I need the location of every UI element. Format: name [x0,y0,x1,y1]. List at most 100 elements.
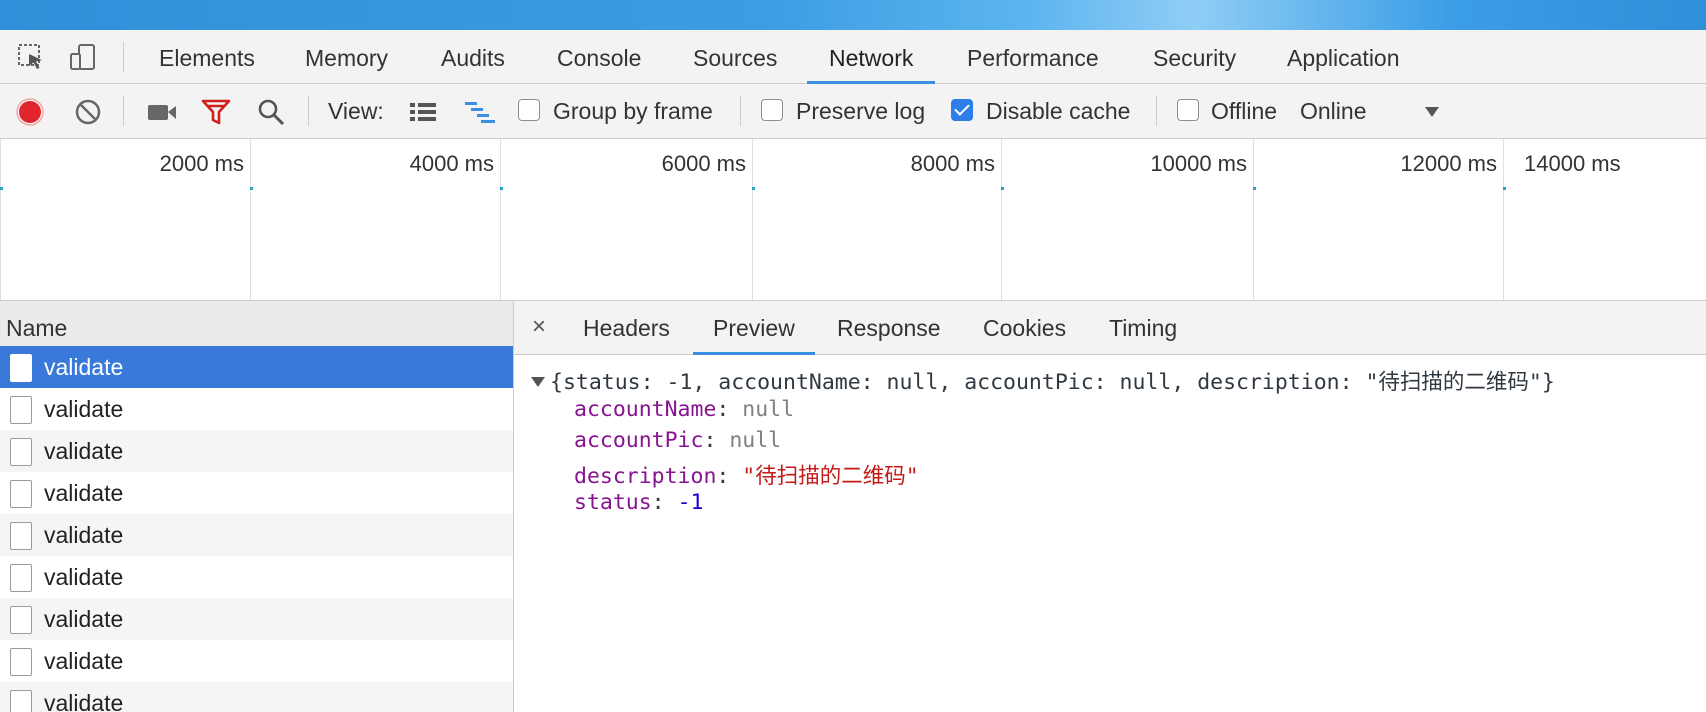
detail-tab-cookies[interactable]: Cookies [983,301,1066,354]
detail-tab-response[interactable]: Response [837,301,941,354]
property-value: -1 [677,490,704,515]
tab-application[interactable]: Application [1287,30,1400,83]
document-file-icon [10,690,32,712]
request-list: Name validate validate validate validate val… [0,301,514,712]
timeline-gridline [0,139,1,300]
disable-cache-checkbox[interactable] [951,99,973,121]
toolbar-divider [1156,96,1157,126]
document-file-icon [10,438,32,466]
request-row[interactable]: validate [0,346,513,388]
timeline-tick-mark [0,187,3,190]
request-name: validate [44,438,124,464]
tab-elements[interactable]: Elements [159,30,255,83]
document-file-icon [10,354,32,382]
timeline-tick-label: 10000 ms [1150,151,1247,176]
timeline-gridline [1253,139,1254,300]
request-name: validate [44,564,124,590]
document-file-icon [10,522,32,550]
property-key: description [574,464,717,489]
preserve-log-checkbox[interactable] [761,99,783,121]
view-label: View: [328,98,384,124]
preview-property-row: description: "待扫描的二维码" [574,459,919,490]
network-toolbar: View: Group by frame Preserve log Disabl… [0,84,1706,139]
timeline-gridline [752,139,753,300]
timeline-tick-label: 4000 ms [409,151,494,176]
request-row[interactable]: validate [0,514,513,556]
overview-waterfall-icon[interactable] [462,97,498,127]
property-key: status [574,490,652,515]
tab-security[interactable]: Security [1153,30,1236,83]
request-name: validate [44,690,124,712]
document-file-icon [10,648,32,676]
document-file-icon [10,606,32,634]
network-overview-timeline[interactable]: 2000 ms 4000 ms 6000 ms 8000 ms 10000 ms 1200… [0,139,1706,301]
property-colon: : [703,428,730,453]
devtools-tab-bar: Elements Memory Audits Console Sources Networ… [0,30,1706,84]
tab-memory[interactable]: Memory [305,30,388,83]
detail-tab-timing[interactable]: Timing [1109,301,1177,354]
toolbar-divider [740,96,741,126]
search-icon[interactable] [254,97,288,127]
preview-summary: {status: -1, accountName: null, accountP… [550,370,1555,395]
close-icon[interactable]: × [532,301,546,354]
request-name: validate [44,606,124,632]
chevron-down-icon[interactable] [1420,97,1444,127]
request-name: validate [44,480,124,506]
timeline-tick-label: 12000 ms [1400,151,1497,176]
tab-network[interactable]: Network [806,30,936,84]
request-row[interactable]: validate [0,640,513,682]
preview-property-row: status: -1 [574,490,703,515]
property-key: accountName [574,397,717,422]
document-file-icon [10,564,32,592]
tab-audits[interactable]: Audits [441,30,505,83]
request-name: validate [44,354,124,380]
group-by-frame-label: Group by frame [553,98,713,124]
timeline-tick-mark [752,187,755,190]
request-row[interactable]: validate [0,682,513,712]
request-name: validate [44,396,124,422]
offline-checkbox[interactable] [1177,99,1199,121]
property-colon: : [716,464,743,489]
detail-tab-preview[interactable]: Preview [693,301,815,355]
disable-cache-label: Disable cache [986,98,1131,124]
device-toolbar-icon[interactable] [66,40,100,74]
timeline-tick-label: 6000 ms [661,151,746,176]
timeline-tick-label: 8000 ms [910,151,995,176]
document-file-icon [10,396,32,424]
property-key: accountPic [574,428,704,453]
preview-property-row: accountName: null [574,397,794,422]
toolbar-divider [123,42,124,72]
timeline-gridline [1503,139,1504,300]
preserve-log-label: Preserve log [796,98,926,124]
filter-icon[interactable] [199,97,233,127]
property-colon: : [651,490,678,515]
request-row[interactable]: validate [0,556,513,598]
tab-performance[interactable]: Performance [967,30,1099,83]
property-colon: : [716,397,743,422]
offline-label: Offline [1211,98,1278,124]
group-by-frame-checkbox[interactable] [518,99,540,121]
expand-triangle-icon[interactable] [531,377,545,387]
clear-button[interactable] [72,97,104,127]
tab-console[interactable]: Console [557,30,641,83]
request-row[interactable]: validate [0,472,513,514]
capture-screenshots-video-icon[interactable] [145,97,179,127]
tab-sources[interactable]: Sources [693,30,777,83]
request-row[interactable]: validate [0,388,513,430]
throttling-select[interactable]: Online [1300,98,1366,125]
inspect-element-icon[interactable] [14,40,48,74]
request-row[interactable]: validate [0,598,513,640]
document-file-icon [10,480,32,508]
timeline-gridline [1001,139,1002,300]
large-request-rows-icon[interactable] [406,97,440,127]
property-value: null [742,397,795,422]
detail-tab-headers[interactable]: Headers [583,301,670,354]
timeline-tick-label: 14000 ms [1524,151,1621,176]
request-row[interactable]: validate [0,430,513,472]
detail-tab-bar: × Headers Preview Response Cookies Timing [514,301,1706,355]
record-button[interactable] [14,97,46,127]
timeline-tick-label: 2000 ms [159,151,244,176]
window-title-strip [0,0,1706,30]
toolbar-divider [123,96,124,126]
property-value: null [729,428,782,453]
